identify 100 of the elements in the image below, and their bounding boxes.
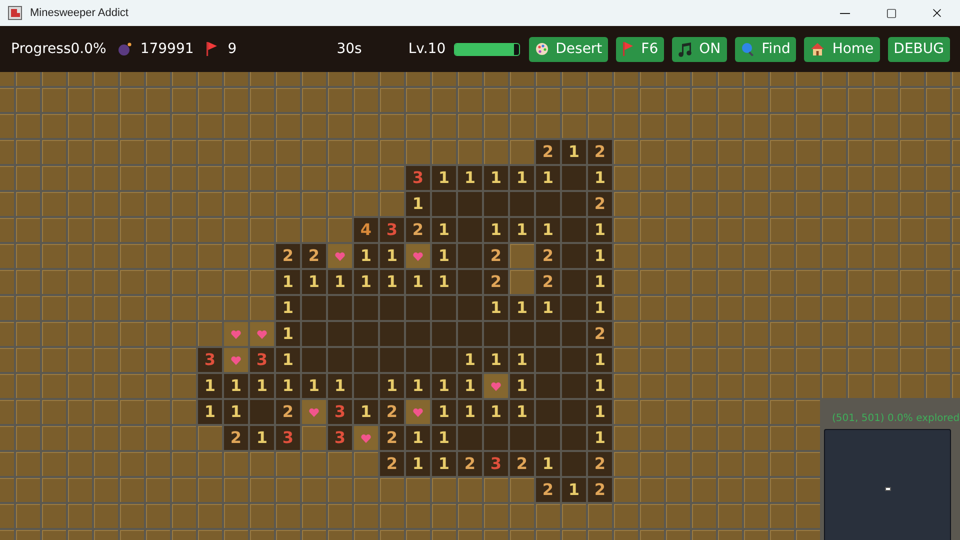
revealed-tile — [328, 348, 352, 372]
mine-count-digit: 2 — [386, 456, 398, 472]
mine-count-digit: 1 — [490, 300, 502, 316]
mine-count-digit: 3 — [490, 456, 502, 472]
revealed-tile — [562, 296, 586, 320]
mine-count-digit: 1 — [282, 300, 294, 316]
flagged-tile[interactable] — [406, 400, 430, 424]
mine-count-digit: 1 — [594, 222, 606, 238]
toolbar-button[interactable]: Home — [804, 36, 880, 62]
revealed-tile — [536, 426, 560, 450]
timer-text: 30s — [336, 40, 362, 58]
flagged-tile[interactable] — [224, 348, 248, 372]
revealed-tile — [354, 374, 378, 398]
mine-count-digit: 2 — [386, 404, 398, 420]
mine-count-digit: 1 — [308, 274, 320, 290]
revealed-tile — [380, 296, 404, 320]
minimap[interactable] — [824, 429, 951, 540]
level-label: Lv.10 — [408, 40, 446, 58]
flagged-tile[interactable] — [302, 400, 326, 424]
heart-icon — [309, 408, 319, 416]
mine-count-digit: 1 — [594, 300, 606, 316]
mine-count-digit: 1 — [282, 378, 294, 394]
revealed-tile — [302, 296, 326, 320]
flagged-tile[interactable] — [406, 244, 430, 268]
flagged-tile[interactable] — [354, 426, 378, 450]
mine-count-digit: 2 — [594, 326, 606, 342]
revealed-tile — [562, 426, 586, 450]
toolbar-button[interactable]: DEBUG — [888, 36, 950, 62]
mine-count-digit: 1 — [412, 378, 424, 394]
mine-count-digit: 1 — [490, 352, 502, 368]
mine-count-digit: 1 — [334, 378, 346, 394]
revealed-tile — [562, 166, 586, 190]
mine-count-digit: 1 — [412, 430, 424, 446]
mine-count-digit: 2 — [308, 248, 320, 264]
revealed-tile — [458, 244, 482, 268]
revealed-tile — [432, 322, 456, 346]
mine-count-digit: 1 — [490, 222, 502, 238]
toolbar-button[interactable]: Find — [734, 36, 796, 62]
mine-count-digit: 1 — [412, 456, 424, 472]
revealed-tile — [406, 322, 430, 346]
mine-count-digit: 1 — [204, 404, 216, 420]
mine-count-digit: 2 — [542, 482, 554, 498]
music-note-icon — [678, 42, 692, 56]
mine-count-digit: 1 — [516, 352, 528, 368]
mine-count-digit: 1 — [516, 378, 528, 394]
revealed-tile — [250, 400, 274, 424]
revealed-tile — [302, 322, 326, 346]
revealed-tile — [562, 452, 586, 476]
toolbar-button[interactable]: ON — [672, 36, 727, 62]
mine-count-digit: 1 — [594, 274, 606, 290]
mine-count-digit: 1 — [282, 352, 294, 368]
mine-count-digit: 2 — [516, 456, 528, 472]
revealed-tile — [510, 192, 534, 216]
app-icon — [8, 6, 22, 20]
mine-count-digit: 1 — [438, 248, 450, 264]
progress-text: Progress0.0% — [11, 40, 106, 58]
revealed-tile — [562, 244, 586, 268]
mine-count-digit: 1 — [230, 378, 242, 394]
revealed-tile — [536, 192, 560, 216]
revealed-tile — [562, 374, 586, 398]
mine-count-digit: 1 — [464, 404, 476, 420]
mine-count-digit: 2 — [386, 430, 398, 446]
mine-count: 179991 — [140, 40, 194, 58]
toolbar-button[interactable]: Desert — [528, 36, 608, 62]
revealed-tile — [536, 400, 560, 424]
revealed-tile — [354, 348, 378, 372]
palette-icon — [534, 42, 549, 56]
house-icon — [810, 42, 826, 56]
revealed-tile — [432, 296, 456, 320]
mine-count-digit: 1 — [360, 404, 372, 420]
window-title: Minesweeper Addict — [30, 6, 128, 21]
flagged-tile[interactable] — [224, 322, 248, 346]
mine-count-digit: 3 — [334, 430, 346, 446]
flagged-tile[interactable] — [250, 322, 274, 346]
revealed-tile — [458, 218, 482, 242]
mine-count-digit: 2 — [282, 248, 294, 264]
flag-count: 9 — [228, 40, 237, 58]
flagged-tile[interactable] — [484, 374, 508, 398]
mine-count-digit: 1 — [386, 248, 398, 264]
revealed-tile — [510, 322, 534, 346]
revealed-tile — [536, 374, 560, 398]
revealed-tile — [536, 348, 560, 372]
revealed-tile — [562, 218, 586, 242]
mine-count-digit: 1 — [594, 170, 606, 186]
mine-count-digit: 1 — [334, 274, 346, 290]
revealed-tile — [562, 192, 586, 216]
mine-count-digit: 1 — [516, 170, 528, 186]
mine-count-digit: 1 — [230, 404, 242, 420]
mine-count-digit: 1 — [438, 274, 450, 290]
heart-icon — [231, 356, 241, 364]
flagged-tile[interactable] — [328, 244, 352, 268]
mine-count-digit: 1 — [516, 222, 528, 238]
mine-count-digit: 1 — [438, 378, 450, 394]
revealed-tile — [354, 296, 378, 320]
mine-count-digit: 1 — [542, 456, 554, 472]
toolbar-button[interactable]: F6 — [616, 36, 664, 62]
mine-count-digit: 1 — [542, 222, 554, 238]
mine-count-digit: 2 — [594, 196, 606, 212]
mine-count-digit: 2 — [490, 248, 502, 264]
mine-count-digit: 2 — [542, 274, 554, 290]
